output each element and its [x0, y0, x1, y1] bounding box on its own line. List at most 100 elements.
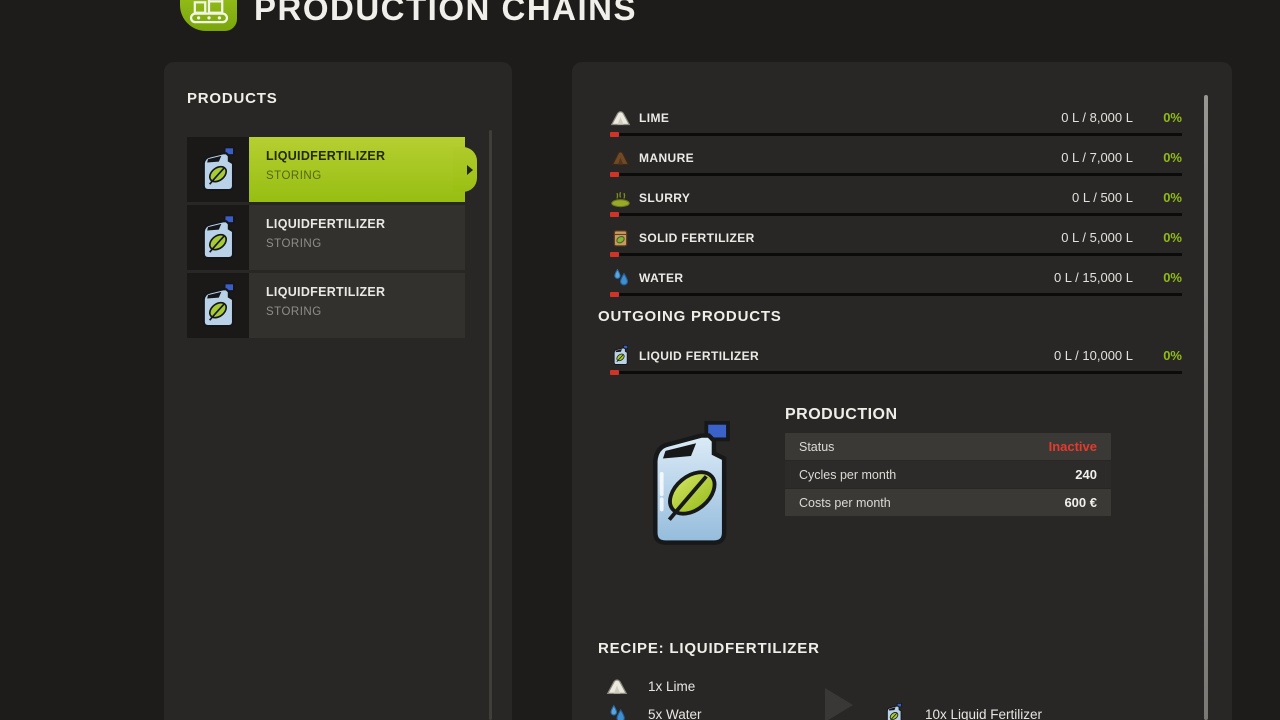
- fill-bar-marker: [610, 370, 619, 375]
- fill-bar-marker: [610, 292, 619, 297]
- page-title: PRODUCTION CHAINS: [254, 0, 637, 28]
- costs-value: 600 €: [1064, 495, 1097, 510]
- recipe-heading: RECIPE: LIQUIDFERTILIZER: [598, 640, 820, 657]
- production-row-cycles: Cycles per month 240: [785, 461, 1111, 488]
- lime-icon: [610, 107, 631, 128]
- liquid-fertilizer-product-image: [640, 418, 742, 550]
- product-item-liquidfertilizer-3[interactable]: LIQUIDFERTILIZER STORING: [187, 273, 465, 338]
- recipe-arrow-icon: [825, 688, 853, 720]
- fill-bar-track: [619, 213, 1182, 216]
- storage-fill-level: 0 L / 10,000 L: [1054, 348, 1133, 363]
- storage-name: SOLID FERTILIZER: [639, 231, 1061, 245]
- storage-fill-level: 0 L / 8,000 L: [1061, 110, 1133, 125]
- fill-bar: [610, 132, 1182, 137]
- fill-bar-track: [619, 173, 1182, 176]
- recipe-input-lime: 1x Lime: [598, 672, 702, 700]
- storage-row-liquid-fertilizer: LIQUID FERTILIZER 0 L / 10,000 L 0%: [598, 341, 1182, 375]
- storage-percent: 0%: [1155, 230, 1182, 245]
- liquid-fertilizer-jug-icon: [187, 205, 249, 270]
- storage-row-manure: MANURE 0 L / 7,000 L 0%: [598, 143, 1182, 177]
- storage-name: LIQUID FERTILIZER: [639, 349, 1054, 363]
- storage-percent: 0%: [1155, 348, 1182, 363]
- fill-bar-marker: [610, 212, 619, 217]
- fill-bar: [610, 252, 1182, 257]
- row-label: Status: [799, 440, 1049, 454]
- slurry-icon: [610, 187, 631, 208]
- selected-pointer: [453, 147, 477, 192]
- production-row-status: Status Inactive: [785, 433, 1111, 460]
- row-label: Cycles per month: [799, 468, 1075, 482]
- details-scrollbar[interactable]: [1204, 95, 1208, 720]
- storage-row-lime: LIME 0 L / 8,000 L 0%: [598, 103, 1182, 137]
- production-info-table: Status Inactive Cycles per month 240 Cos…: [785, 433, 1111, 517]
- product-status: STORING: [266, 170, 465, 182]
- storage-percent: 0%: [1155, 190, 1182, 205]
- fill-bar: [610, 292, 1182, 297]
- products-scrollbar[interactable]: [489, 130, 492, 720]
- recipe-input-label: 5x Water: [648, 707, 702, 720]
- storage-name: LIME: [639, 111, 1061, 125]
- liquid-fertilizer-jug-icon: [187, 273, 249, 338]
- storage-percent: 0%: [1155, 150, 1182, 165]
- fill-bar-marker: [610, 132, 619, 137]
- cycles-value: 240: [1075, 467, 1097, 482]
- product-status: STORING: [266, 306, 465, 318]
- solid-fertilizer-icon: [610, 227, 631, 248]
- liquid-fertilizer-jug-icon: [883, 703, 905, 720]
- storage-fill-level: 0 L / 7,000 L: [1061, 150, 1133, 165]
- product-item-label: LIQUIDFERTILIZER STORING: [249, 137, 465, 202]
- liquid-fertilizer-jug-icon: [610, 345, 631, 366]
- right-arrow-icon: [467, 165, 473, 175]
- product-status: STORING: [266, 238, 465, 250]
- storage-row-water: WATER 0 L / 15,000 L 0%: [598, 263, 1182, 297]
- storage-percent: 0%: [1155, 270, 1182, 285]
- recipe-outputs: 10x Liquid Fertilizer: [875, 700, 1042, 720]
- products-heading: PRODUCTS: [187, 90, 278, 107]
- fill-bar: [610, 212, 1182, 217]
- water-icon: [606, 703, 628, 720]
- storage-name: WATER: [639, 271, 1054, 285]
- recipe-input-label: 1x Lime: [648, 679, 695, 694]
- production-row-costs: Costs per month 600 €: [785, 489, 1111, 516]
- fill-bar-track: [619, 293, 1182, 296]
- fill-bar: [610, 172, 1182, 177]
- lime-icon: [606, 675, 628, 697]
- product-item-label: LIQUIDFERTILIZER STORING: [249, 205, 465, 270]
- production-heading: PRODUCTION: [785, 406, 898, 424]
- storage-fill-level: 0 L / 500 L: [1072, 190, 1133, 205]
- product-item-liquidfertilizer-1[interactable]: LIQUIDFERTILIZER STORING: [187, 137, 465, 202]
- product-item-liquidfertilizer-2[interactable]: LIQUIDFERTILIZER STORING: [187, 205, 465, 270]
- storage-row-solid-fertilizer: SOLID FERTILIZER 0 L / 5,000 L 0%: [598, 223, 1182, 257]
- recipe-output-liquid-fertilizer: 10x Liquid Fertilizer: [875, 700, 1042, 720]
- liquid-fertilizer-jug-icon: [187, 137, 249, 202]
- fill-bar-track: [619, 371, 1182, 374]
- product-list: LIQUIDFERTILIZER STORING LIQUIDFERTILIZE…: [187, 137, 465, 341]
- product-item-label: LIQUIDFERTILIZER STORING: [249, 273, 465, 338]
- production-chains-icon: [180, 0, 237, 31]
- fill-bar-track: [619, 133, 1182, 136]
- storage-name: MANURE: [639, 151, 1061, 165]
- product-name: LIQUIDFERTILIZER: [266, 285, 465, 299]
- storage-fill-level: 0 L / 5,000 L: [1061, 230, 1133, 245]
- manure-icon: [610, 147, 631, 168]
- status-value: Inactive: [1049, 439, 1097, 454]
- storage-fill-level: 0 L / 15,000 L: [1054, 270, 1133, 285]
- conveyor-belt-glyph: [188, 0, 230, 25]
- recipe-inputs: 1x Lime 5x Water: [598, 672, 702, 720]
- recipe-input-water: 5x Water: [598, 700, 702, 720]
- storage-row-slurry: SLURRY 0 L / 500 L 0%: [598, 183, 1182, 217]
- storage-percent: 0%: [1155, 110, 1182, 125]
- product-name: LIQUIDFERTILIZER: [266, 149, 465, 163]
- water-icon: [610, 267, 631, 288]
- outgoing-products-list: LIQUID FERTILIZER 0 L / 10,000 L 0%: [598, 341, 1182, 381]
- storage-name: SLURRY: [639, 191, 1072, 205]
- product-name: LIQUIDFERTILIZER: [266, 217, 465, 231]
- row-label: Costs per month: [799, 496, 1064, 510]
- recipe-output-label: 10x Liquid Fertilizer: [925, 707, 1042, 720]
- fill-bar-marker: [610, 252, 619, 257]
- incoming-products-list: LIME 0 L / 8,000 L 0% MANURE 0 L / 7,000…: [598, 103, 1182, 303]
- products-panel: PRODUCTS LIQUIDFERTILIZER STORING: [164, 62, 512, 720]
- production-details-panel: LIME 0 L / 8,000 L 0% MANURE 0 L / 7,000…: [572, 62, 1232, 720]
- fill-bar: [610, 370, 1182, 375]
- fill-bar-marker: [610, 172, 619, 177]
